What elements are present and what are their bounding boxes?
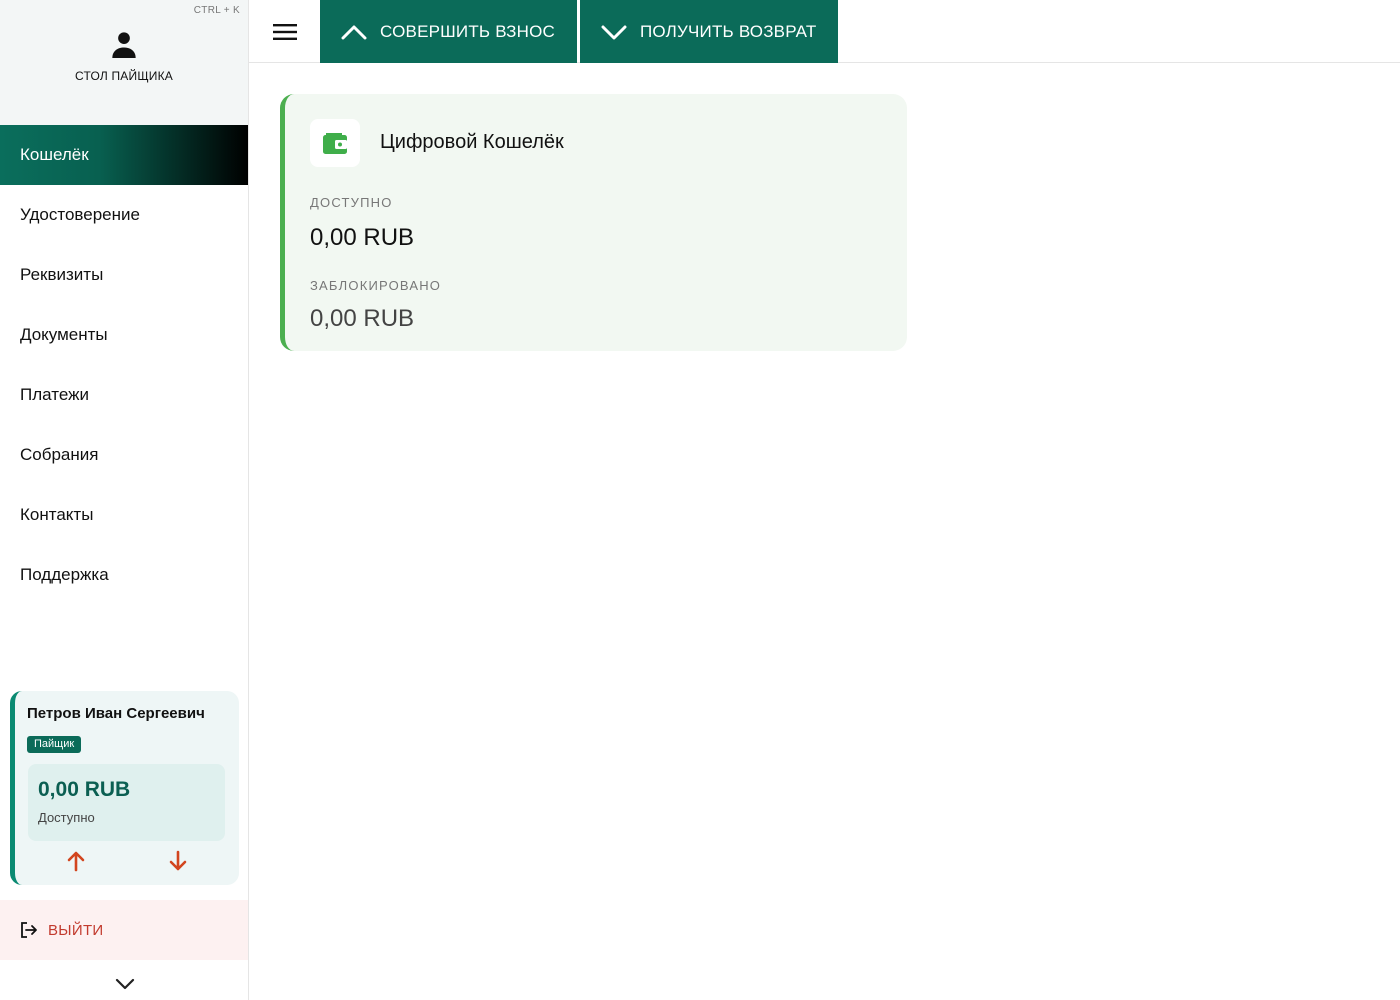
balance-box: 0,00 RUB Доступно (28, 764, 225, 841)
blocked-value: 0,00 RUB (310, 305, 415, 332)
withdraw-button-label: ПОЛУЧИТЬ ВОЗВРАТ (640, 21, 817, 41)
arrow-up-icon (67, 851, 85, 872)
withdraw-button[interactable]: ПОЛУЧИТЬ ВОЗВРАТ (580, 0, 838, 63)
balance-label: Доступно (38, 810, 95, 825)
deposit-button[interactable]: СОВЕРШИТЬ ВЗНОС (320, 0, 577, 63)
moon-icon (1360, 19, 1372, 43)
deposit-button-label: СОВЕРШИТЬ ВЗНОС (380, 21, 556, 41)
shortcut-hint: CTRL + K (193, 5, 240, 16)
sidebar-item-payments[interactable]: Платежи (0, 365, 248, 425)
sidebar-item-wallet[interactable]: Кошелёк (0, 125, 248, 185)
wallet-icon (323, 133, 347, 154)
user-icon[interactable] (110, 30, 138, 58)
sidebar-item-contacts[interactable]: Контакты (0, 485, 248, 545)
wallet-title: Цифровой Кошелёк (380, 131, 564, 153)
logout-icon (21, 922, 37, 938)
topbar: СОВЕРШИТЬ ВЗНОС ПОЛУЧИТЬ ВОЗВРАТ (249, 0, 1400, 63)
wallet-card: Цифровой Кошелёк ДОСТУПНО 0,00 RUB ЗАБЛО… (280, 94, 907, 351)
chevron-down-icon (601, 25, 627, 39)
logout-button[interactable]: ВЫЙТИ (0, 900, 248, 960)
deposit-arrow-button[interactable] (64, 849, 88, 873)
logout-label: ВЫЙТИ (48, 921, 104, 939)
sidebar: CTRL + K СТОЛ ПАЙЩИКА Кошелёк Удостовере… (0, 0, 249, 1000)
menu-button[interactable] (269, 18, 301, 46)
sidebar-title: СТОЛ ПАЙЩИКА (75, 69, 173, 83)
menu-icon (273, 24, 297, 40)
available-value: 0,00 RUB (310, 224, 415, 251)
sidebar-header: CTRL + K СТОЛ ПАЙЩИКА (0, 0, 248, 125)
sidebar-item-certificate[interactable]: Удостоверение (0, 185, 248, 245)
sidebar-item-support[interactable]: Поддержка (0, 545, 248, 605)
theme-toggle-button[interactable] (1350, 16, 1378, 46)
user-name: Петров Иван Сергеевич (27, 705, 205, 722)
available-label: ДОСТУПНО (310, 195, 393, 210)
user-card: Петров Иван Сергеевич Пайщик 0,00 RUB До… (10, 691, 239, 885)
blocked-label: ЗАБЛОКИРОВАНО (310, 278, 442, 293)
chevron-up-icon (341, 25, 367, 39)
sidebar-nav: Кошелёк Удостоверение Реквизиты Документ… (0, 125, 248, 605)
wallet-icon-box (310, 119, 360, 167)
withdraw-arrow-button[interactable] (166, 849, 190, 873)
role-badge: Пайщик (27, 736, 82, 753)
sidebar-item-requisites[interactable]: Реквизиты (0, 245, 248, 305)
sidebar-item-meetings[interactable]: Собрания (0, 425, 248, 485)
chevron-down-icon (115, 978, 135, 990)
arrow-down-icon (169, 850, 187, 871)
balance-amount: 0,00 RUB (38, 778, 131, 801)
app-root: CTRL + K СТОЛ ПАЙЩИКА Кошелёк Удостовере… (0, 0, 1400, 1000)
sidebar-collapse-button[interactable] (113, 974, 137, 994)
sidebar-item-documents[interactable]: Документы (0, 305, 248, 365)
